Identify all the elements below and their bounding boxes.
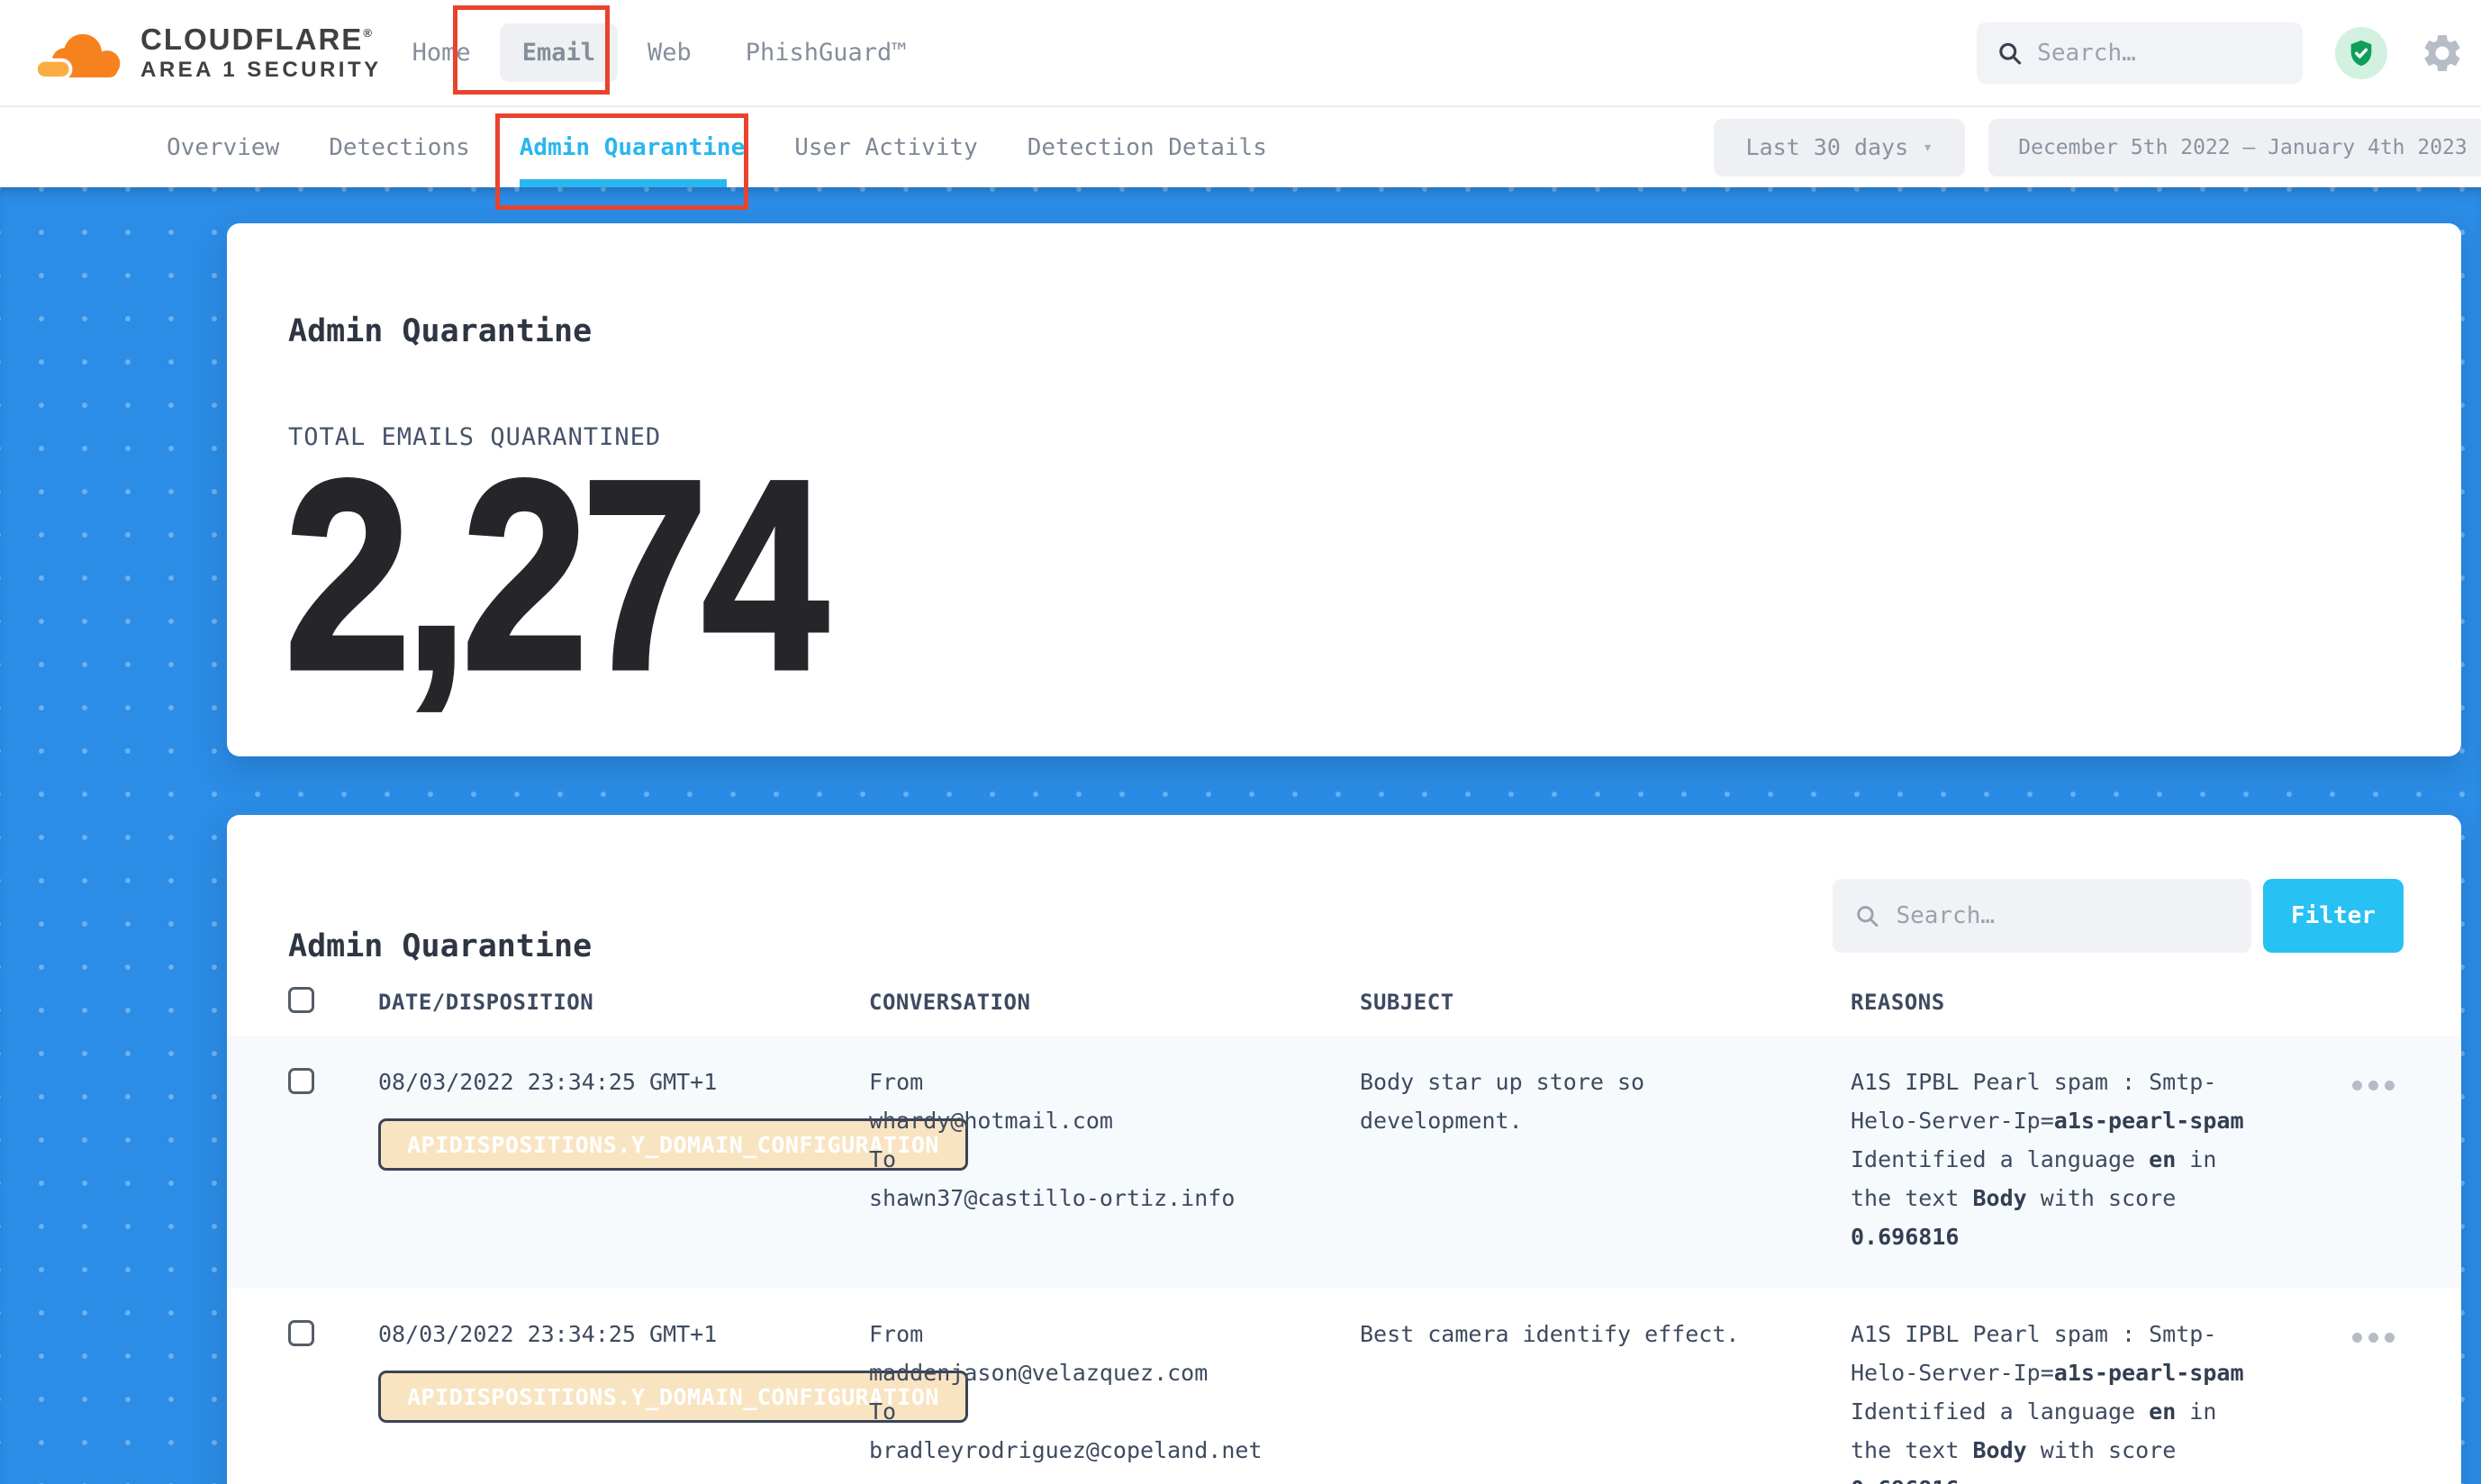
- row-subject: Best camera identify effect.: [1360, 1315, 1783, 1353]
- disposition-badge-label: APIDISPOSITIONS.Y_DOMAIN_CONFIGURATION: [407, 1384, 939, 1410]
- brand-subtitle: AREA 1 SECURITY: [140, 59, 382, 81]
- conversation-to-label: To: [869, 1140, 1355, 1179]
- conversation-from-address: whardy@hotmail.com: [869, 1101, 1355, 1140]
- brand-mark: ®: [363, 26, 372, 40]
- table-card-title: Admin Quarantine: [288, 928, 592, 964]
- tab-detections[interactable]: Detections: [329, 107, 470, 187]
- chevron-down-icon: ▾: [1923, 138, 1933, 157]
- disposition-badge-label: APIDISPOSITIONS.Y_DOMAIN_CONFIGURATION: [407, 1132, 939, 1158]
- brand-name: CLOUDFLARE®: [140, 24, 382, 54]
- page-background: Admin Quarantine TOTAL EMAILS QUARANTINE…: [0, 187, 2481, 1484]
- table-header-row: DATE/DISPOSITION CONVERSATION SUBJECT RE…: [227, 982, 2461, 1036]
- row-date-disposition: 08/03/2022 23:34:25 GMT+1: [378, 1063, 856, 1101]
- top-header: CLOUDFLARE® AREA 1 SECURITY Home Email W…: [0, 0, 2481, 105]
- tabs: Overview Detections Admin Quarantine Use…: [167, 107, 1317, 187]
- row-subject: Body star up store so development.: [1360, 1063, 1783, 1140]
- protection-status-badge[interactable]: [2335, 27, 2387, 79]
- table-row[interactable]: 08/03/2022 23:34:25 GMT+1 APIDISPOSITION…: [227, 1036, 2461, 1288]
- column-header-conversation: CONVERSATION: [869, 990, 1030, 1015]
- row-date: 08/03/2022 23:34:25 GMT+1: [378, 1321, 717, 1347]
- conversation-to-address: bradleyrodriguez@copeland.net: [869, 1431, 1355, 1470]
- row-conversation: From whardy@hotmail.com To shawn37@casti…: [869, 1063, 1355, 1217]
- header-nav: Home Email Web PhishGuard™: [412, 23, 907, 82]
- tab-overview[interactable]: Overview: [167, 107, 279, 187]
- table-search-input[interactable]: [1896, 902, 2230, 929]
- nav-item-web[interactable]: Web: [647, 39, 692, 67]
- conversation-from-label: From: [869, 1315, 1355, 1353]
- row-reasons: A1S IPBL Pearl spam : Smtp-Helo-Server-I…: [1851, 1063, 2247, 1256]
- summary-card-title: Admin Quarantine: [288, 313, 592, 349]
- nav-item-phishguard[interactable]: PhishGuard™: [746, 39, 907, 67]
- tab-detection-details[interactable]: Detection Details: [1028, 107, 1267, 187]
- date-range-display[interactable]: December 5th 2022 — January 4th 2023: [1988, 119, 2481, 176]
- column-header-reasons: REASONS: [1851, 990, 1945, 1015]
- row-conversation: From maddenjason@velazquez.com To bradle…: [869, 1315, 1355, 1470]
- tab-admin-quarantine[interactable]: Admin Quarantine: [520, 107, 745, 187]
- column-header-subject: SUBJECT: [1360, 990, 1454, 1015]
- time-range-label: Last 30 days: [1746, 134, 1909, 160]
- brand[interactable]: CLOUDFLARE® AREA 1 SECURITY: [34, 24, 382, 82]
- nav-item-email[interactable]: Email: [500, 23, 618, 82]
- filter-button[interactable]: Filter: [2263, 879, 2404, 953]
- tab-filters: Last 30 days ▾ December 5th 2022 — Janua…: [1714, 119, 2481, 176]
- row-date: 08/03/2022 23:34:25 GMT+1: [378, 1069, 717, 1095]
- header-search[interactable]: [1977, 23, 2303, 84]
- row-checkbox[interactable]: [288, 1068, 314, 1094]
- nav-item-home[interactable]: Home: [412, 39, 471, 67]
- conversation-from-address: maddenjason@velazquez.com: [869, 1353, 1355, 1392]
- table-search[interactable]: [1833, 879, 2251, 953]
- search-icon: [1854, 901, 1879, 930]
- quarantine-table-card: Admin Quarantine Filter DATE/DISPOSITION…: [227, 815, 2461, 1484]
- header-search-input[interactable]: [2037, 40, 2283, 67]
- app-root: CLOUDFLARE® AREA 1 SECURITY Home Email W…: [0, 0, 2481, 1484]
- conversation-to-label: To: [869, 1392, 1355, 1431]
- time-range-dropdown[interactable]: Last 30 days ▾: [1714, 119, 1965, 176]
- shield-check-icon: [2346, 38, 2377, 68]
- table-body: 08/03/2022 23:34:25 GMT+1 APIDISPOSITION…: [227, 1036, 2461, 1484]
- settings-gear-icon[interactable]: [2420, 31, 2465, 76]
- header-right: [1977, 23, 2465, 84]
- search-icon: [1997, 38, 2023, 68]
- row-checkbox[interactable]: [288, 1320, 314, 1346]
- select-all-checkbox[interactable]: [288, 987, 314, 1013]
- metric-value: 2,274: [285, 439, 822, 710]
- tab-user-activity[interactable]: User Activity: [794, 107, 978, 187]
- row-reasons: A1S IPBL Pearl spam : Smtp-Helo-Server-I…: [1851, 1315, 2247, 1484]
- row-date-disposition: 08/03/2022 23:34:25 GMT+1: [378, 1315, 856, 1353]
- conversation-to-address: shawn37@castillo-ortiz.info: [869, 1179, 1355, 1217]
- row-actions-ellipsis-icon[interactable]: [2352, 1333, 2395, 1343]
- summary-card: Admin Quarantine TOTAL EMAILS QUARANTINE…: [227, 223, 2461, 756]
- brand-text: CLOUDFLARE® AREA 1 SECURITY: [140, 24, 382, 81]
- date-range-label: December 5th 2022 — January 4th 2023: [2018, 136, 2467, 159]
- table-row[interactable]: 08/03/2022 23:34:25 GMT+1 APIDISPOSITION…: [227, 1288, 2461, 1484]
- conversation-from-label: From: [869, 1063, 1355, 1101]
- section-tabbar: Overview Detections Admin Quarantine Use…: [0, 105, 2481, 187]
- cloudflare-logo-icon: [34, 24, 128, 82]
- row-actions-ellipsis-icon[interactable]: [2352, 1081, 2395, 1090]
- column-header-date-disposition: DATE/DISPOSITION: [378, 990, 593, 1015]
